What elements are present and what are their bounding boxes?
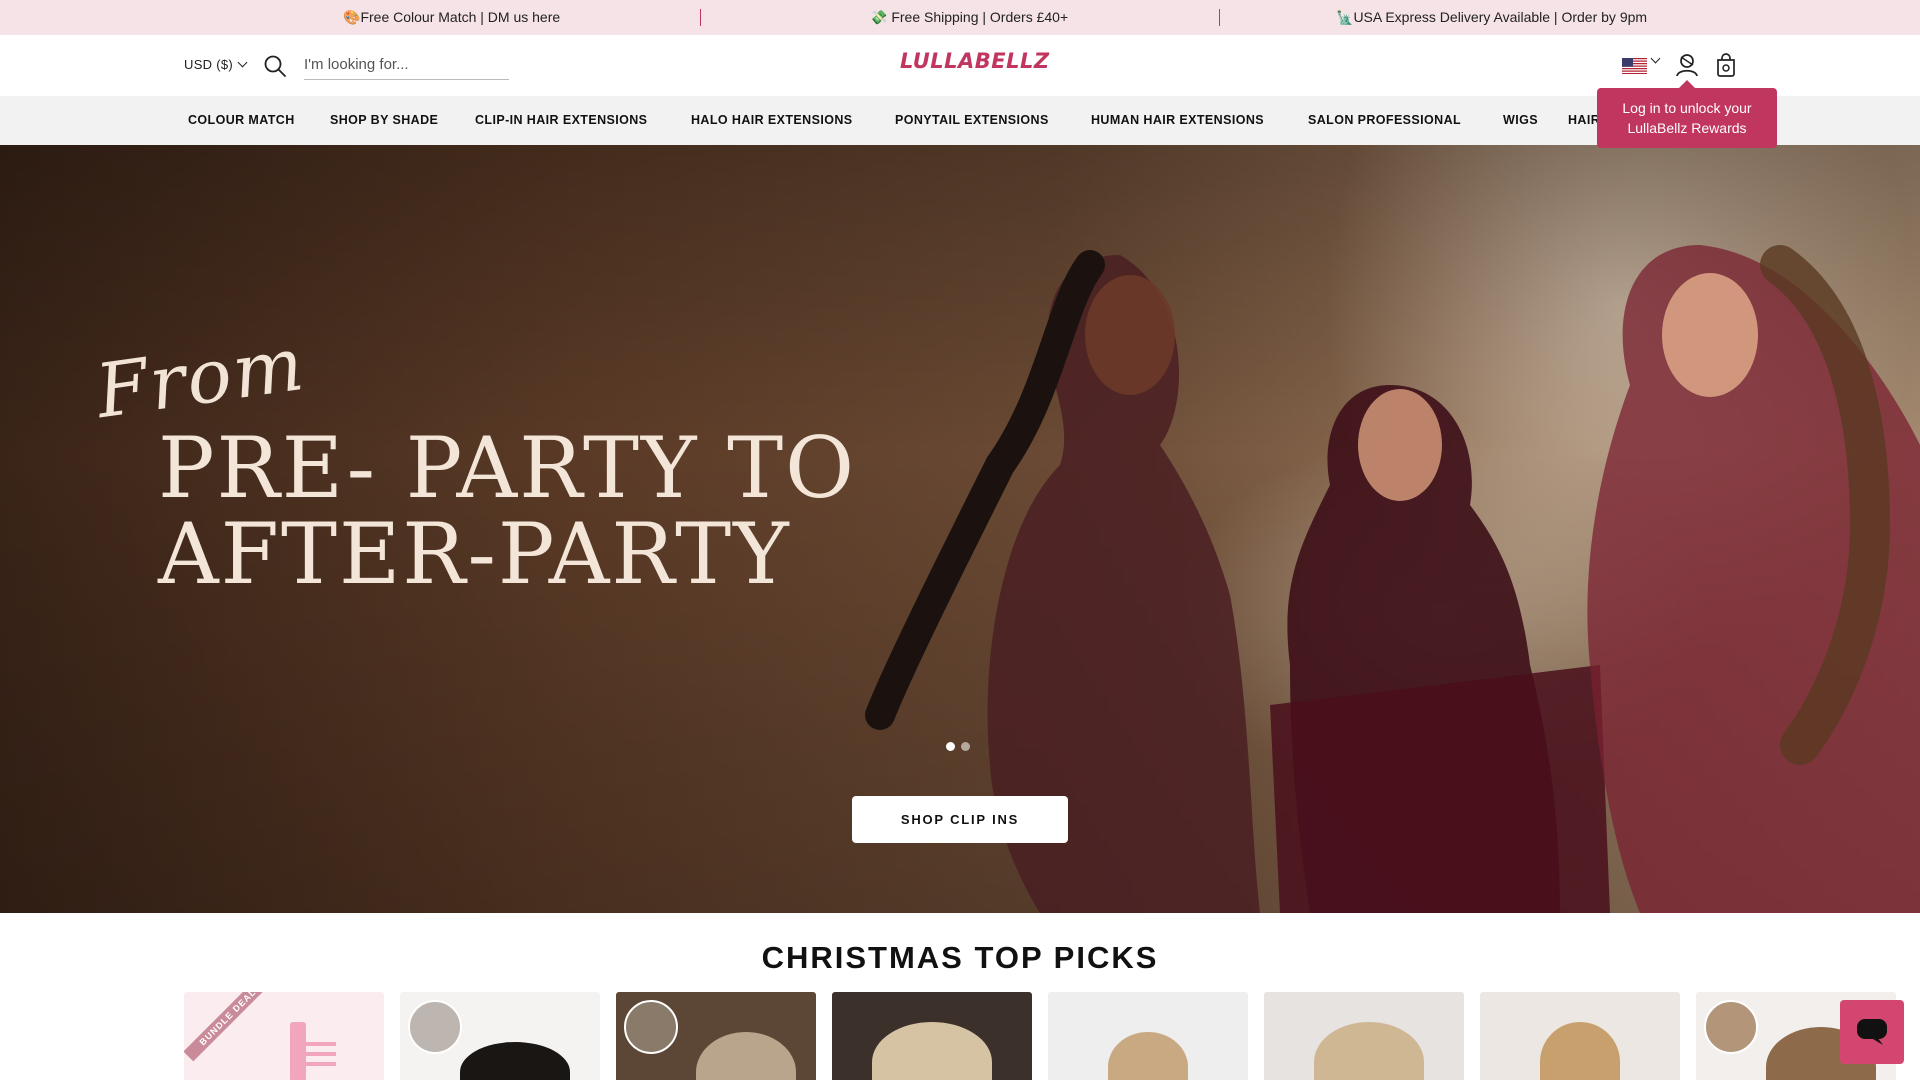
nav-item-human-hair-extensions[interactable]: HUMAN HAIR EXTENSIONS (1091, 96, 1264, 145)
chevron-down-icon (237, 57, 248, 68)
product-card[interactable] (400, 992, 600, 1080)
bundle-deal-badge: BUNDLE DEAL (184, 992, 273, 1062)
bag-icon[interactable] (1714, 52, 1738, 78)
product-carousel: BUNDLE DEAL (184, 992, 1920, 1080)
hero-banner[interactable]: From PRE- PARTY TO AFTER-PARTY SHOP CLIP… (0, 145, 1920, 913)
product-image (696, 1032, 796, 1080)
hero-headline-line: AFTER-PARTY (158, 505, 791, 603)
product-card[interactable] (616, 992, 816, 1080)
chat-bubble-icon (1857, 1019, 1887, 1045)
product-card[interactable] (1048, 992, 1248, 1080)
nav-item-salon-professional[interactable]: SALON PROFESSIONAL (1308, 96, 1461, 145)
product-card[interactable] (1264, 992, 1464, 1080)
avatar (1704, 1000, 1758, 1054)
palette-emoji-icon: 🎨 (343, 9, 361, 25)
brand-logo[interactable]: LULLABELLZ (900, 49, 1049, 73)
carousel-dot[interactable] (946, 742, 955, 751)
announcement-text: Free Colour Match | DM us here (360, 9, 561, 25)
nav-item-wigs[interactable]: WIGS (1503, 96, 1538, 145)
rewards-tooltip[interactable]: Log in to unlock your LullaBellz Rewards (1597, 80, 1777, 148)
product-image (1108, 1032, 1188, 1080)
us-flag-icon[interactable] (1622, 58, 1647, 74)
announcement-usa-delivery[interactable]: 🗽USA Express Delivery Available | Order … (1336, 0, 1647, 35)
announcement-text: USA Express Delivery Available | Order b… (1353, 9, 1648, 25)
tooltip-line: Log in to unlock your (1622, 100, 1752, 116)
site-header: USD ($) LULLABELLZ (0, 35, 1920, 96)
nav-item-ponytail-extensions[interactable]: PONYTAIL EXTENSIONS (895, 96, 1049, 145)
announcement-colour-match[interactable]: 🎨Free Colour Match | DM us here (343, 0, 560, 35)
product-card[interactable] (832, 992, 1032, 1080)
comb-icon (290, 1022, 336, 1080)
announcement-divider (700, 9, 701, 26)
money-emoji-icon: 💸 (870, 9, 888, 25)
shop-clip-ins-button[interactable]: SHOP CLIP INS (852, 796, 1068, 843)
account-icon[interactable] (1674, 52, 1700, 78)
chevron-down-icon[interactable] (1650, 53, 1661, 64)
carousel-dots (946, 742, 970, 751)
avatar (624, 1000, 678, 1054)
product-image (460, 1042, 570, 1080)
section-title: CHRISTMAS TOP PICKS (761, 940, 1159, 975)
chat-button[interactable] (1840, 1000, 1904, 1064)
nav-item-shop-by-shade[interactable]: SHOP BY SHADE (330, 96, 438, 145)
nav-item-clip-in-extensions[interactable]: CLIP-IN HAIR EXTENSIONS (475, 96, 647, 145)
nav-item-colour-match[interactable]: COLOUR MATCH (188, 96, 295, 145)
tooltip-line: LullaBellz Rewards (1627, 120, 1747, 136)
avatar (408, 1000, 462, 1054)
statue-emoji-icon: 🗽 (1336, 9, 1354, 25)
hero-headline-line: PRE- PARTY TO (158, 419, 857, 517)
announcement-bar: 🎨Free Colour Match | DM us here 💸 Free S… (0, 0, 1920, 35)
currency-label: USD ($) (184, 57, 234, 72)
hero-headline: PRE- PARTY TO AFTER-PARTY (158, 425, 856, 597)
nav-item-halo-extensions[interactable]: HALO HAIR EXTENSIONS (691, 96, 853, 145)
search-input[interactable] (304, 50, 509, 80)
announcement-free-shipping[interactable]: 💸 Free Shipping | Orders £40+ (870, 0, 1068, 35)
nav-item-hair[interactable]: HAIR (1568, 96, 1600, 145)
announcement-text: Free Shipping | Orders £40+ (891, 9, 1069, 25)
product-image (872, 1022, 992, 1080)
product-card[interactable] (1480, 992, 1680, 1080)
currency-selector[interactable]: USD ($) (184, 57, 248, 72)
product-image (1314, 1022, 1424, 1080)
carousel-dot[interactable] (961, 742, 970, 751)
product-image (1540, 1022, 1620, 1080)
search-icon[interactable] (263, 54, 287, 78)
product-card[interactable]: BUNDLE DEAL (184, 992, 384, 1080)
announcement-divider (1219, 9, 1220, 26)
